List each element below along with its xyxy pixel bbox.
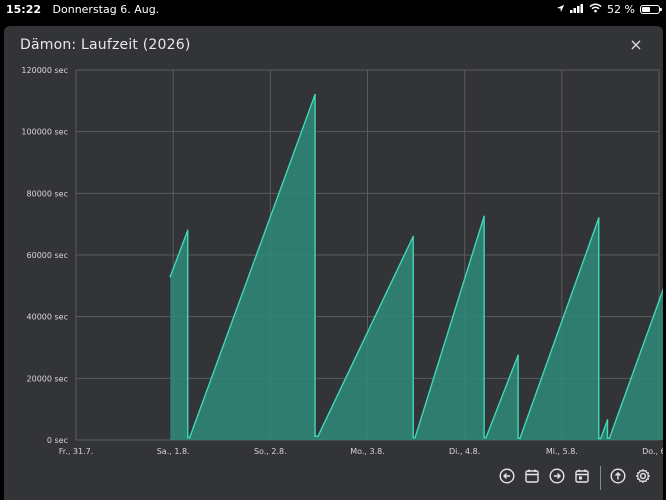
data-point xyxy=(314,93,316,96)
x-tick-label: Mo., 3.8. xyxy=(350,447,385,456)
calendar-button[interactable] xyxy=(520,466,544,490)
calendar-icon xyxy=(524,468,540,488)
data-point xyxy=(485,436,487,439)
data-point xyxy=(414,436,416,439)
settings-button[interactable] xyxy=(631,466,655,490)
chart-toolbar xyxy=(495,464,656,492)
battery-icon xyxy=(640,5,662,14)
arrow-right-circle-icon xyxy=(549,468,565,488)
toolbar-divider xyxy=(600,466,601,490)
dialog: Dämon: Laufzeit (2026) × 0 sec 20000 sec 4… xyxy=(4,26,663,500)
data-point xyxy=(597,217,600,219)
y-tick-label: 120000 sec xyxy=(21,66,68,75)
data-point xyxy=(483,436,485,439)
data-point xyxy=(412,235,414,238)
arrow-left-circle-icon xyxy=(499,468,515,488)
data-point xyxy=(412,436,414,439)
data-point xyxy=(517,354,519,357)
location-arrow-icon xyxy=(556,3,565,16)
status-left: 15:22 Donnerstag 6. Aug. xyxy=(6,3,159,16)
x-tick-label: Do., 6.8. xyxy=(642,447,663,456)
battery-percent: 52 % xyxy=(607,3,635,16)
x-tick-label: Di., 4.8. xyxy=(449,447,480,456)
series-area xyxy=(170,94,663,440)
data-point xyxy=(519,437,521,439)
status-bar: 15:22 Donnerstag 6. Aug. 52 % xyxy=(0,0,666,20)
calendar-week-icon xyxy=(574,468,590,488)
data-point xyxy=(599,437,602,440)
status-date: Donnerstag 6. Aug. xyxy=(52,3,160,16)
gear-icon xyxy=(635,468,651,488)
data-point xyxy=(186,436,189,439)
data-point xyxy=(314,435,316,438)
data-point xyxy=(597,437,600,440)
upload-icon xyxy=(610,468,626,488)
y-tick-label: 40000 sec xyxy=(27,313,68,322)
data-point xyxy=(483,215,485,218)
x-tick-label: So., 2.8. xyxy=(254,447,287,456)
x-tick-label: Sa., 1.8. xyxy=(157,447,190,456)
previous-period-button[interactable] xyxy=(495,466,519,490)
data-point xyxy=(169,275,172,278)
status-right: 52 % xyxy=(556,3,662,16)
data-point xyxy=(606,437,609,439)
battery-fill xyxy=(642,7,651,12)
data-point xyxy=(608,437,611,439)
data-point xyxy=(186,229,189,232)
status-time: 15:22 xyxy=(6,3,42,16)
x-tick-label: Fr., 31.7. xyxy=(59,447,94,456)
calendar-range-button[interactable] xyxy=(570,466,594,490)
export-button[interactable] xyxy=(606,466,630,490)
data-point xyxy=(606,419,609,421)
y-tick-label: 0 sec xyxy=(47,436,68,445)
wifi-icon xyxy=(589,3,602,16)
data-point xyxy=(188,436,191,439)
chart: 0 sec 20000 sec 40000 sec 60000 sec 80000 se… xyxy=(21,66,663,456)
y-tick-label: 20000 sec xyxy=(27,374,68,383)
x-tick-label: Mi., 5.8. xyxy=(546,447,578,456)
data-point xyxy=(317,435,319,438)
signal-icon xyxy=(570,3,584,16)
data-point xyxy=(517,437,519,439)
next-period-button[interactable] xyxy=(545,466,569,490)
y-tick-label: 100000 sec xyxy=(21,128,68,137)
y-tick-label: 60000 sec xyxy=(27,251,68,260)
y-tick-label: 80000 sec xyxy=(27,189,68,198)
